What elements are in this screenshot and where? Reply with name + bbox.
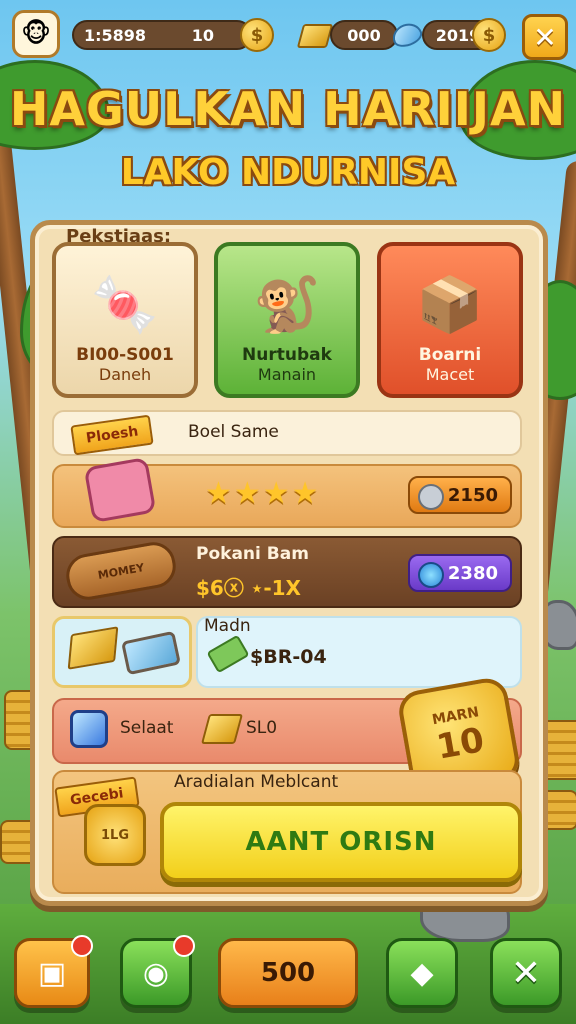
gift-icon: ▣ <box>37 955 67 991</box>
row-5-gold-text: SL0 <box>246 718 278 738</box>
backpack-icon: ◉ <box>142 955 170 991</box>
value-button[interactable]: 500 <box>218 938 358 1008</box>
gem-icon: ◆ <box>410 955 434 991</box>
notification-dot <box>71 935 93 957</box>
card-2-label: Manain <box>257 365 317 384</box>
buy-button-purple[interactable]: 2380 <box>408 554 512 592</box>
treasure-box-icon: 📦 <box>416 273 484 336</box>
monkey-icon: 🐒 <box>253 273 321 336</box>
coin-count: 10 <box>191 25 214 45</box>
candy-icon: 🍬 <box>91 273 159 336</box>
card-1-label: Daneh <box>98 365 152 384</box>
row-5-gem-text: Selaat <box>120 718 174 738</box>
page-title: HAGULKAN HARIIJAN <box>9 82 567 136</box>
gem-coin-icon <box>418 562 444 588</box>
backpack-button[interactable]: ◉ <box>120 935 195 1008</box>
claim-button[interactable]: AANT ORISN <box>160 802 522 882</box>
stats-pill: 1:5898 10 <box>72 20 252 50</box>
player-avatar[interactable]: 🐵 <box>12 10 60 58</box>
close-button[interactable]: ✕ <box>522 14 568 60</box>
row-1-text: Boel Same <box>188 422 279 442</box>
buy-button-orange[interactable]: 2150 <box>408 476 512 514</box>
page-subtitle: LAKO NDURNISA <box>120 152 456 193</box>
coin-add-icon[interactable]: $ <box>472 18 506 52</box>
bag-icon <box>83 456 157 524</box>
gem-shop-button[interactable]: ◆ <box>386 938 458 1008</box>
price-value: 2150 <box>447 484 498 506</box>
close-icon: ✕ <box>510 952 542 994</box>
gold-count: 000 <box>347 25 381 45</box>
price-value: 2380 <box>447 562 498 584</box>
gift-button[interactable]: ▣ <box>14 935 93 1008</box>
gold-bar-icon <box>296 24 334 48</box>
reward-card-3[interactable]: 📦 Boarni Macet <box>377 242 523 398</box>
row-3-title: Pokani Bam <box>196 544 309 564</box>
cancel-button[interactable]: ✕ <box>490 938 562 1008</box>
gem-icon <box>389 19 425 51</box>
coin-icon[interactable]: $ <box>240 18 274 52</box>
monkey-avatar-icon: 🐵 <box>20 19 52 49</box>
notification-dot <box>173 935 195 957</box>
silver-coin-icon <box>418 484 444 510</box>
log-label: MOMEY <box>96 560 146 582</box>
coin-pouch-icon: 1LG <box>84 804 146 866</box>
star-rating: ★★★★ <box>205 476 321 511</box>
blue-gem-icon <box>70 710 108 748</box>
row-4-title: Madn <box>204 616 251 636</box>
claim-heading: Aradialan Meblcant <box>174 772 339 792</box>
row-3-subtitle: $6ⓧ ⋆-1X <box>196 576 301 600</box>
gold-pill: 000 <box>330 20 398 50</box>
card-3-label: Macet <box>425 365 475 384</box>
top-bar: 🐵 1:5898 10 $ 000 2019 $ ✕ <box>8 6 568 60</box>
stat-value: 1:5898 <box>84 25 147 45</box>
row-4-value: $BR-04 <box>250 646 327 668</box>
medal-value: 10 <box>433 720 488 768</box>
reward-card-1[interactable]: 🍬 BI00-S001 Daneh <box>52 242 198 398</box>
reward-card-2[interactable]: 🐒 Nurtubak Manain <box>214 242 360 398</box>
